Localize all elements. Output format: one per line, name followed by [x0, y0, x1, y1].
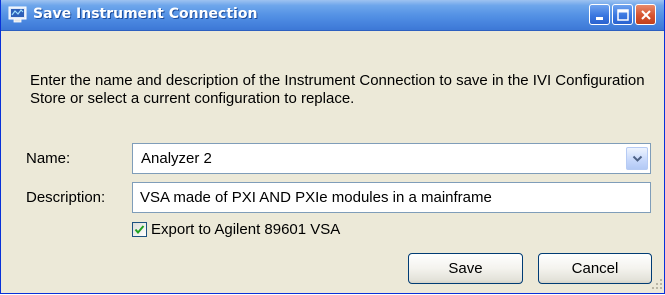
cancel-button[interactable]: Cancel — [538, 253, 652, 284]
instructions-text: Enter the name and description of the In… — [30, 72, 645, 107]
window-title: Save Instrument Connection — [33, 6, 258, 22]
minimize-button[interactable] — [589, 4, 610, 25]
title-bar[interactable]: Save Instrument Connection — [1, 0, 664, 31]
description-label: Description: — [26, 189, 106, 206]
save-button[interactable]: Save — [408, 253, 523, 284]
maximize-icon — [617, 9, 629, 21]
instrument-connection-icon — [8, 6, 27, 23]
name-combobox[interactable]: Analyzer 2 — [132, 143, 651, 174]
checkmark-icon — [134, 225, 145, 235]
description-input[interactable] — [133, 183, 650, 212]
name-label: Name: — [26, 150, 71, 167]
maximize-button[interactable] — [612, 4, 633, 25]
resize-grip-icon[interactable] — [650, 277, 663, 290]
description-field — [132, 182, 651, 213]
export-checkbox-label[interactable]: Export to Agilent 89601 VSA — [151, 221, 340, 238]
close-icon — [641, 10, 651, 20]
name-value: Analyzer 2 — [141, 150, 212, 167]
export-checkbox[interactable] — [132, 222, 147, 237]
chevron-down-icon — [632, 155, 643, 162]
save-instrument-connection-dialog: Save Instrument Connection Enter the nam… — [0, 0, 665, 294]
name-dropdown-button[interactable] — [626, 147, 648, 170]
close-button[interactable] — [635, 4, 656, 25]
minimize-icon — [596, 17, 603, 20]
